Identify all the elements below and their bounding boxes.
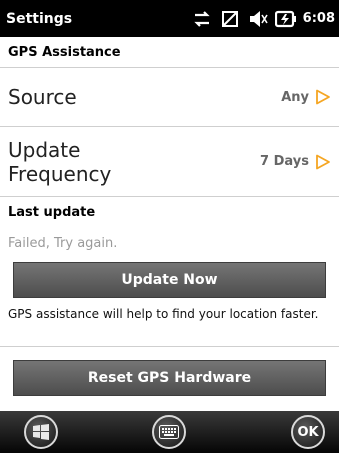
divider: [0, 346, 339, 347]
chevron-right-icon: [316, 89, 330, 105]
chevron-right-icon: [316, 154, 330, 169]
ok-button[interactable]: OK: [291, 415, 325, 449]
battery-charging-icon: [274, 8, 297, 30]
no-signal-icon: [219, 8, 241, 30]
volume-muted-icon[interactable]: [247, 8, 269, 30]
source-row[interactable]: Source Any: [0, 68, 339, 127]
gps-help-text: GPS assistance will help to find your lo…: [8, 307, 319, 321]
update-frequency-value: 7 Days: [260, 154, 309, 169]
update-frequency-picker[interactable]: 7 Days: [260, 154, 331, 170]
status-icons: 6:08: [191, 0, 335, 37]
clock[interactable]: 6:08: [303, 11, 335, 26]
section-header-gps-assistance: GPS Assistance: [0, 37, 339, 68]
section-header-last-update: Last update: [8, 205, 96, 220]
update-frequency-row[interactable]: Update Frequency 7 Days: [0, 127, 339, 197]
soft-key-bar: OK: [0, 411, 339, 453]
source-label: Source: [8, 85, 77, 109]
reset-gps-hardware-button[interactable]: Reset GPS Hardware: [13, 360, 326, 396]
windows-start-icon: [33, 424, 49, 440]
keyboard-icon: [159, 425, 179, 439]
data-sync-icon: [191, 8, 213, 30]
update-now-button[interactable]: Update Now: [13, 262, 326, 298]
source-value-picker[interactable]: Any: [281, 89, 331, 105]
status-bar: Settings 6:08: [0, 0, 339, 37]
windows-start-button[interactable]: [24, 415, 58, 449]
update-frequency-label: Update Frequency: [8, 137, 112, 186]
source-value: Any: [281, 89, 309, 105]
keyboard-button[interactable]: [152, 415, 186, 449]
app-title: Settings: [6, 10, 73, 27]
update-status-text: Failed, Try again.: [8, 236, 118, 251]
